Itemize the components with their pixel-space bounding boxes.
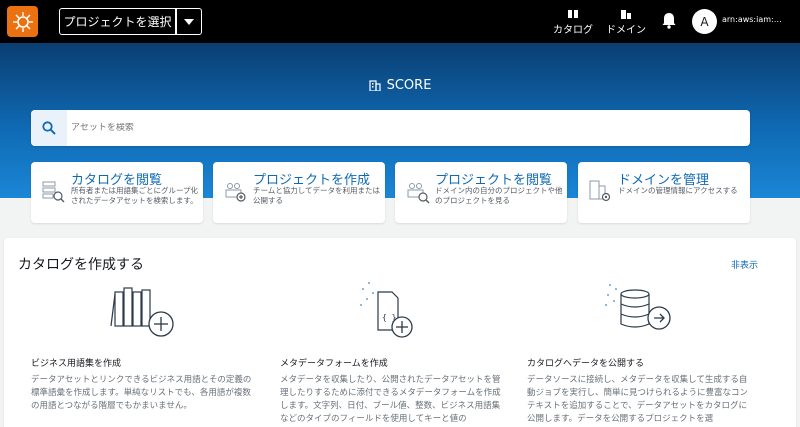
manage-domain-desc: ドメインの管理情報にアクセスする [618, 186, 738, 195]
project-select-label: プロジェクトを選択 [63, 15, 172, 29]
search-input[interactable] [71, 123, 671, 133]
project-select-button[interactable]: プロジェクトを選択 [59, 8, 176, 35]
create-catalog-panel: カタログを作成する 非表示 ビジネス用語集を作成 データアセットとリンクできるビ… [4, 238, 796, 427]
project-search-icon [407, 183, 430, 204]
book-icon [568, 10, 578, 18]
bell-icon [662, 13, 676, 29]
browse-catalog-desc: 所有者または用語集ごとにグループ化されたデータアセットを検索します。 [71, 186, 199, 205]
avatar[interactable]: A [692, 9, 717, 34]
publish-database-icon [605, 284, 671, 330]
nav-domain[interactable]: ドメイン [606, 9, 646, 36]
search-button[interactable] [31, 110, 67, 146]
browse-projects-desc: ドメイン内の自分のプロジェクトや他のプロジェクトを見る [435, 186, 563, 205]
glossary-books-icon [110, 287, 174, 337]
user-arn[interactable]: arn:aws:iam:… [722, 15, 794, 24]
domain-title-text: SCORE [386, 78, 432, 93]
feature-glossary-title: ビジネス用語集を作成 [31, 359, 122, 369]
create-catalog-title: カタログを作成する [18, 257, 144, 273]
browse-projects-card[interactable]: プロジェクトを閲覧 ドメイン内の自分のプロジェクトや他のプロジェクトを見る [395, 162, 567, 223]
hide-link[interactable]: 非表示 [731, 258, 758, 271]
top-nav: プロジェクトを選択 カタログ ドメイン A arn:aws:iam:… [0, 0, 800, 43]
create-project-desc: チームと協力してデータを利用または公開する [253, 186, 381, 205]
create-project-card[interactable]: プロジェクトを作成 チームと協力してデータを利用または公開する [213, 162, 385, 223]
caret-down-icon [184, 18, 194, 25]
logo-icon [12, 11, 33, 32]
project-dropdown-button[interactable] [176, 8, 202, 35]
manage-domain-card[interactable]: ドメインを管理 ドメインの管理情報にアクセスする [578, 162, 750, 223]
browse-catalog-card[interactable]: カタログを閲覧 所有者または用語集ごとにグループ化されたデータアセットを検索しま… [31, 162, 203, 223]
feature-metadata-form-title: メタデータフォームを作成 [280, 359, 388, 369]
notifications-button[interactable] [661, 12, 677, 33]
search-bar [31, 110, 750, 146]
feature-metadata-form-desc: メタデータを収集したり、公開されたデータアセットを管理したりするために添付できる… [280, 375, 501, 424]
nav-catalog[interactable]: カタログ [553, 9, 593, 36]
building-icon [368, 80, 381, 91]
team-add-icon [225, 183, 246, 202]
search-icon [42, 121, 56, 135]
feature-publish-data-title: カタログへデータを公開する [527, 359, 645, 369]
feature-glossary-desc: データアセットとリンクできるビジネス用語とその定義の標準語彙を作成します。単純な… [31, 375, 252, 411]
metadata-form-icon: { } [360, 282, 413, 338]
feature-publish-data-desc: データソースに接続し、メタデータを収集して生成する自動ジョブを実行し、簡単に見つ… [527, 375, 749, 424]
app-logo[interactable] [7, 6, 38, 37]
domain-settings-icon [589, 180, 611, 202]
domain-title: SCORE [0, 78, 800, 93]
nav-catalog-label: カタログ [553, 25, 593, 36]
building-icon [621, 10, 631, 19]
catalog-search-icon [42, 181, 65, 203]
nav-domain-label: ドメイン [606, 25, 646, 36]
avatar-initial: A [700, 14, 709, 29]
